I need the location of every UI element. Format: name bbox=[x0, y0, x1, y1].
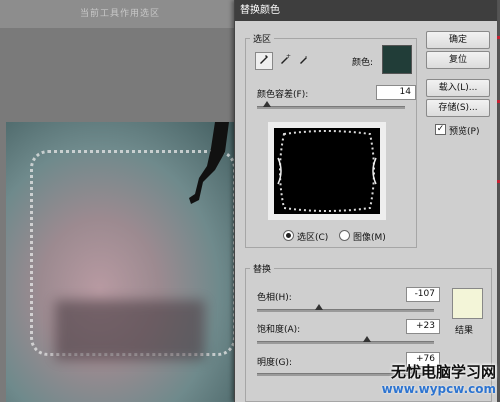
selection-radio[interactable] bbox=[283, 230, 294, 241]
eyedropper-minus-icon[interactable]: - bbox=[295, 52, 313, 70]
fuzziness-label: 颜色容差(F): bbox=[257, 90, 309, 100]
svg-text:-: - bbox=[305, 53, 307, 60]
result-label: 结果 bbox=[455, 326, 474, 336]
preview-label: 预览(P) bbox=[449, 127, 480, 137]
person-figure bbox=[189, 122, 229, 204]
replace-color-dialog: 替换颜色 选区 + - 颜色: 颜色容差(F): 14 选区(C) 图像(M) … bbox=[234, 0, 497, 402]
saturation-slider-track[interactable] bbox=[257, 341, 434, 344]
saturation-slider-thumb[interactable] bbox=[362, 336, 371, 342]
image-radio-label: 图像(M) bbox=[353, 233, 386, 243]
fuzziness-input[interactable]: 14 bbox=[376, 85, 416, 100]
save-button[interactable]: 存储(S)... bbox=[426, 99, 490, 117]
selected-color-swatch[interactable] bbox=[382, 45, 412, 74]
lightness-label: 明度(G): bbox=[257, 358, 293, 368]
hue-slider-thumb[interactable] bbox=[314, 304, 323, 310]
watermark-line1: 无忧电脑学习网 bbox=[390, 363, 496, 381]
selection-group-label: 选区 bbox=[253, 35, 272, 45]
preview-checkbox[interactable]: ✓ bbox=[435, 124, 446, 135]
selection-radio-label: 选区(C) bbox=[297, 233, 329, 243]
workspace-title: 当前工具作用选区 bbox=[0, 0, 240, 28]
saturation-input[interactable]: +23 bbox=[406, 319, 440, 334]
document-workspace: 当前工具作用选区 bbox=[0, 0, 240, 402]
fuzziness-slider-thumb[interactable] bbox=[263, 101, 272, 107]
result-color-swatch[interactable] bbox=[452, 288, 483, 319]
hue-slider-track[interactable] bbox=[257, 309, 434, 312]
hue-input[interactable]: -107 bbox=[406, 287, 440, 302]
replace-group-label: 替换 bbox=[253, 265, 272, 275]
saturation-label: 饱和度(A): bbox=[257, 325, 301, 335]
ok-button[interactable]: 确定 bbox=[426, 31, 490, 49]
watermark-line2: www.wypcw.com bbox=[381, 382, 496, 396]
svg-text:+: + bbox=[286, 53, 291, 60]
image-radio[interactable] bbox=[339, 230, 350, 241]
selection-preview bbox=[268, 122, 386, 220]
eyedropper-icon[interactable] bbox=[255, 52, 273, 70]
hue-label: 色相(H): bbox=[257, 293, 292, 303]
color-label: 颜色: bbox=[352, 58, 374, 68]
eyedropper-plus-icon[interactable]: + bbox=[276, 52, 294, 70]
load-button[interactable]: 载入(L)... bbox=[426, 79, 490, 97]
fuzziness-slider-track[interactable] bbox=[257, 106, 405, 109]
reset-button[interactable]: 复位 bbox=[426, 51, 490, 69]
dialog-title: 替换颜色 bbox=[235, 0, 497, 21]
canvas-shadow bbox=[55, 300, 205, 360]
watermark: 无忧电脑学习网 www.wypcw.com bbox=[382, 361, 496, 396]
